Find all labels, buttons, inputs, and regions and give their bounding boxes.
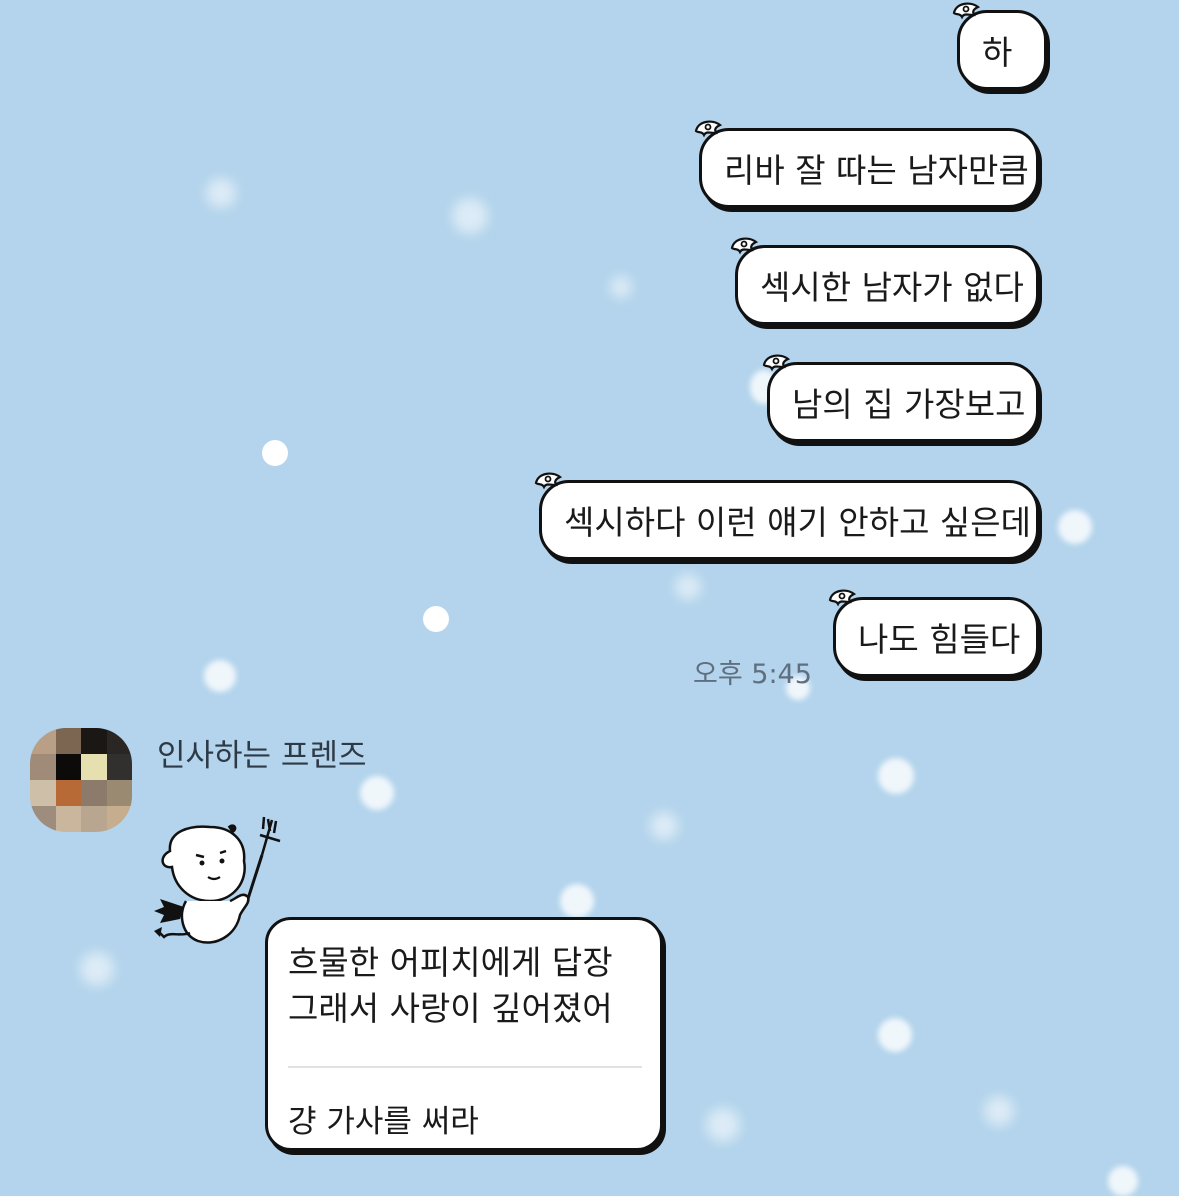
wing-icon bbox=[762, 354, 791, 372]
quoted-line-2: 그래서 사랑이 깊어졌어 bbox=[288, 989, 613, 1028]
snow-dot bbox=[984, 1096, 1014, 1126]
reply-card-message[interactable]: 흐물한 어피치에게 답장 그래서 사랑이 깊어졌어 걍 가사를 써라 bbox=[265, 917, 663, 1151]
wing-icon bbox=[730, 237, 759, 255]
wing-icon bbox=[828, 589, 857, 607]
snow-dot bbox=[878, 758, 914, 794]
message-text: 하 bbox=[982, 33, 1013, 72]
message-text: 섹시한 남자가 없다 bbox=[760, 268, 1024, 307]
snow-dot bbox=[675, 574, 701, 600]
message-bubble-outgoing[interactable]: 하 bbox=[952, 2, 1047, 90]
snow-dot bbox=[706, 1108, 740, 1142]
message-bubble-outgoing[interactable]: 남의 집 가장보고 bbox=[762, 354, 1039, 442]
snow-dot bbox=[452, 198, 488, 234]
wing-icon bbox=[534, 472, 563, 490]
message-bubble-outgoing[interactable]: 섹시한 남자가 없다 bbox=[730, 237, 1039, 325]
snow-dot bbox=[360, 776, 394, 810]
snow-dot bbox=[423, 606, 449, 632]
snow-dot bbox=[650, 812, 678, 840]
message-text: 나도 힘들다 bbox=[858, 620, 1021, 659]
quoted-message: 흐물한 어피치에게 답장 그래서 사랑이 깊어졌어 bbox=[288, 940, 613, 1032]
wing-icon bbox=[952, 2, 981, 20]
snow-dot bbox=[1058, 510, 1092, 544]
wing-icon bbox=[694, 120, 723, 138]
snow-dot bbox=[206, 178, 236, 208]
snow-dot bbox=[560, 884, 594, 918]
snow-dot bbox=[80, 952, 114, 986]
quoted-line-1: 흐물한 어피치에게 답장 bbox=[288, 943, 613, 982]
snow-dot bbox=[262, 440, 288, 466]
message-bubble-outgoing[interactable]: 섹시하다 이런 얘기 안하고 싶은데 bbox=[534, 472, 1039, 560]
snow-dot bbox=[204, 660, 236, 692]
snow-dot bbox=[1108, 1166, 1138, 1196]
message-text: 섹시하다 이런 얘기 안하고 싶은데 bbox=[564, 503, 1031, 542]
message-text: 남의 집 가장보고 bbox=[792, 385, 1026, 424]
message-bubble-outgoing[interactable]: 나도 힘들다 bbox=[828, 589, 1039, 677]
divider bbox=[288, 1066, 642, 1068]
avatar[interactable] bbox=[30, 728, 132, 832]
snow-dot bbox=[878, 1018, 912, 1052]
reply-text: 걍 가사를 써라 bbox=[288, 1104, 479, 1140]
sender-name: 인사하는 프렌즈 bbox=[157, 738, 367, 774]
snow-dot bbox=[610, 276, 632, 298]
message-timestamp: 오후 5:45 bbox=[693, 659, 812, 690]
message-bubble-outgoing[interactable]: 리바 잘 따는 남자만큼 bbox=[694, 120, 1039, 208]
message-text: 리바 잘 따는 남자만큼 bbox=[724, 151, 1029, 190]
